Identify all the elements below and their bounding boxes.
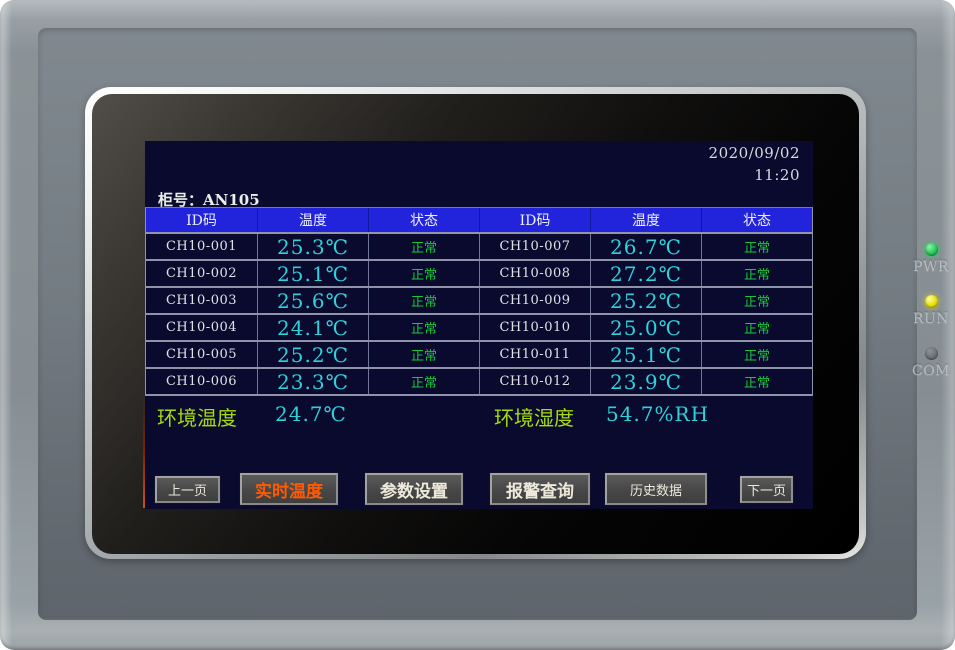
history-data-button[interactable]: 历史数据 (605, 473, 707, 505)
channel-id: CH10-007 (479, 234, 590, 259)
ambient-temp-label: 环境温度 (157, 402, 237, 431)
power-indicator: PWR (904, 243, 955, 275)
lcd-screen: 2020/09/02 11:20 柜号：AN105 ID码温度状态ID码温度状态… (145, 141, 813, 509)
column-header: 温度 (257, 208, 368, 232)
channel-id: CH10-006 (146, 369, 257, 394)
table-row: CH10-00525.2℃正常CH10-01125.1℃正常 (146, 342, 812, 369)
temperature-value: 26.7℃ (590, 234, 701, 259)
temperature-value: 25.0℃ (590, 315, 701, 340)
status-value: 正常 (701, 234, 812, 259)
hmi-device: PWR RUN COM 2020/09/02 11:20 柜号：AN105 ID… (0, 0, 955, 650)
column-header: 温度 (590, 208, 701, 232)
status-value: 正常 (368, 288, 479, 313)
channel-id: CH10-011 (479, 342, 590, 367)
status-value: 正常 (368, 261, 479, 286)
channel-id: CH10-002 (146, 261, 257, 286)
ambient-temp-value: 24.7℃ (275, 402, 347, 426)
temperature-value: 25.3℃ (257, 234, 368, 259)
status-value: 正常 (701, 369, 812, 394)
com-led-label: COM (904, 363, 955, 379)
channel-id: CH10-004 (146, 315, 257, 340)
temperature-value: 25.1℃ (257, 261, 368, 286)
column-header: 状态 (701, 208, 812, 232)
table-row: CH10-00623.3℃正常CH10-01223.9℃正常 (146, 369, 812, 396)
com-led-icon (925, 347, 938, 360)
status-value: 正常 (368, 234, 479, 259)
status-value: 正常 (701, 261, 812, 286)
run-indicator: RUN (904, 295, 955, 327)
com-indicator: COM (904, 347, 955, 379)
table-row: CH10-00325.6℃正常CH10-00925.2℃正常 (146, 288, 812, 315)
channel-id: CH10-003 (146, 288, 257, 313)
channel-id: CH10-010 (479, 315, 590, 340)
temperature-table: ID码温度状态ID码温度状态 CH10-00125.3℃正常CH10-00726… (145, 207, 813, 396)
ambient-humidity-label: 环境湿度 (494, 402, 574, 431)
column-header: 状态 (368, 208, 479, 232)
table-row: CH10-00225.1℃正常CH10-00827.2℃正常 (146, 261, 812, 288)
column-header: ID码 (479, 208, 590, 232)
run-led-icon (925, 295, 938, 308)
time-display: 11:20 (754, 166, 800, 184)
power-led-icon (925, 243, 938, 256)
date-display: 2020/09/02 (709, 144, 800, 162)
table-row: CH10-00125.3℃正常CH10-00726.7℃正常 (146, 234, 812, 261)
channel-id: CH10-008 (479, 261, 590, 286)
table-row: CH10-00424.1℃正常CH10-01025.0℃正常 (146, 315, 812, 342)
status-value: 正常 (701, 288, 812, 313)
ambient-humidity-value: 54.7%RH (606, 402, 709, 426)
live-temp-button[interactable]: 实时温度 (240, 473, 338, 505)
next-page-button[interactable]: 下一页 (740, 476, 793, 503)
alarm-query-button[interactable]: 报警查询 (490, 473, 590, 505)
status-value: 正常 (701, 342, 812, 367)
prev-page-button[interactable]: 上一页 (155, 476, 220, 503)
channel-id: CH10-009 (479, 288, 590, 313)
status-value: 正常 (368, 342, 479, 367)
temperature-value: 25.2℃ (590, 288, 701, 313)
temperature-value: 25.2℃ (257, 342, 368, 367)
temperature-value: 27.2℃ (590, 261, 701, 286)
channel-id: CH10-005 (146, 342, 257, 367)
temperature-value: 25.6℃ (257, 288, 368, 313)
status-value: 正常 (368, 369, 479, 394)
channel-id: CH10-012 (479, 369, 590, 394)
power-led-label: PWR (904, 259, 955, 275)
status-value: 正常 (368, 315, 479, 340)
table-body: CH10-00125.3℃正常CH10-00726.7℃正常CH10-00225… (146, 234, 812, 396)
channel-id: CH10-001 (146, 234, 257, 259)
temperature-value: 25.1℃ (590, 342, 701, 367)
table-header-row: ID码温度状态ID码温度状态 (146, 208, 812, 234)
temperature-value: 24.1℃ (257, 315, 368, 340)
status-value: 正常 (701, 315, 812, 340)
temperature-value: 23.3℃ (257, 369, 368, 394)
temperature-value: 23.9℃ (590, 369, 701, 394)
run-led-label: RUN (904, 311, 955, 327)
param-settings-button[interactable]: 参数设置 (365, 473, 463, 505)
column-header: ID码 (146, 208, 257, 232)
